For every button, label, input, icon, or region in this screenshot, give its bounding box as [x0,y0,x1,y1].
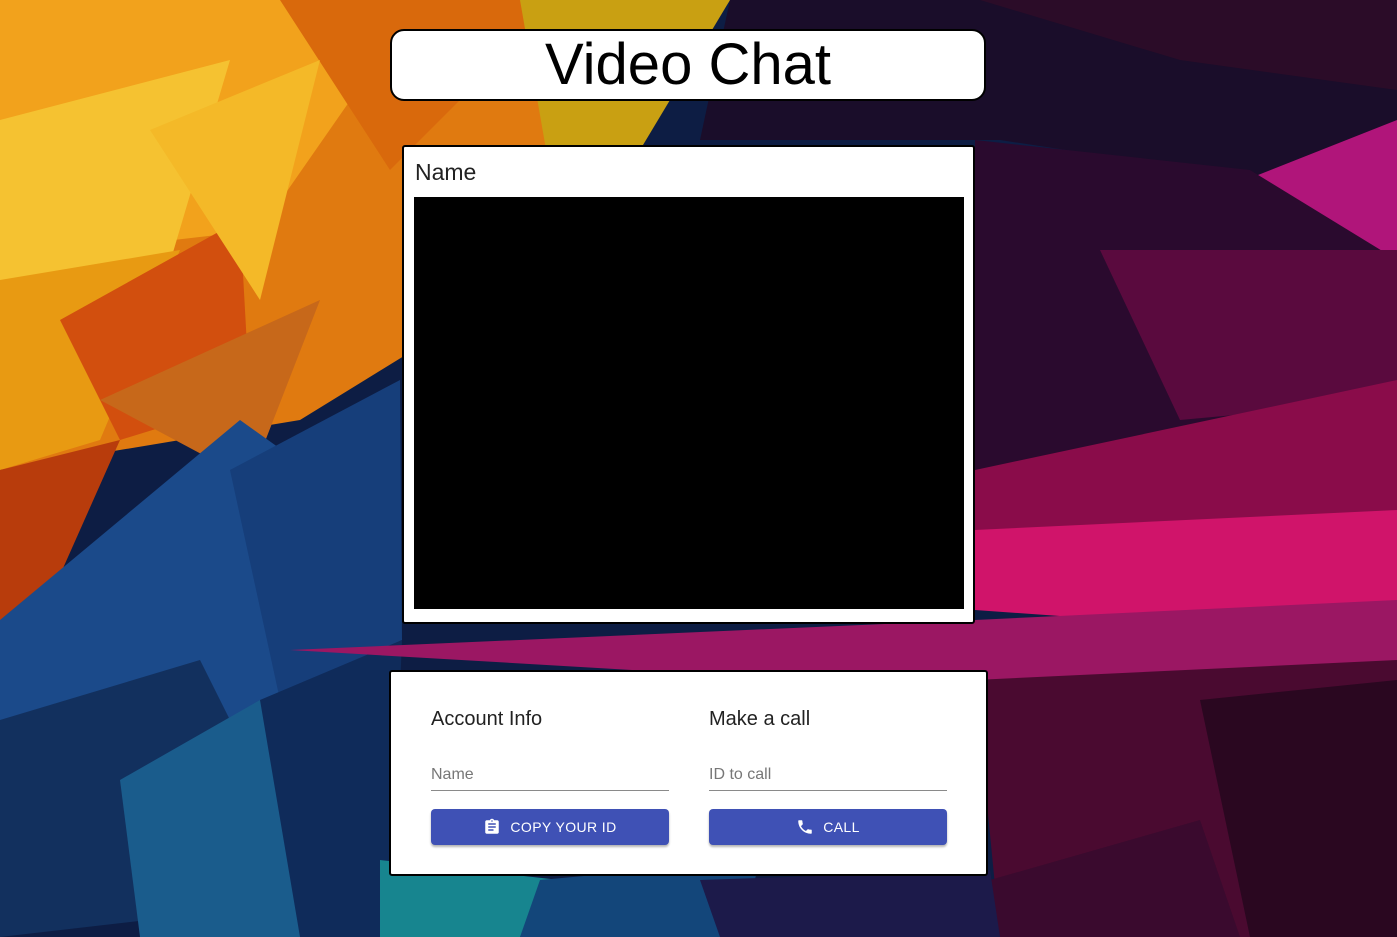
app-title: Video Chat [545,32,831,97]
call-button[interactable]: CALL [709,809,947,845]
video-panel: Name [402,145,975,624]
id-to-call-input[interactable] [709,760,947,791]
phone-icon [796,818,814,836]
call-label: CALL [823,819,860,835]
video-name-label: Name [415,159,477,185]
make-call-heading: Make a call [709,708,811,730]
options-panel: Account Info COPY YOUR ID Make a call CA… [389,670,988,876]
account-info-heading: Account Info [431,708,543,730]
video-player[interactable] [414,197,964,609]
clipboard-icon [483,818,501,836]
copy-id-button[interactable]: COPY YOUR ID [431,809,669,845]
copy-id-label: COPY YOUR ID [510,819,617,835]
name-input[interactable] [431,760,669,791]
app-header: Video Chat [390,29,986,101]
